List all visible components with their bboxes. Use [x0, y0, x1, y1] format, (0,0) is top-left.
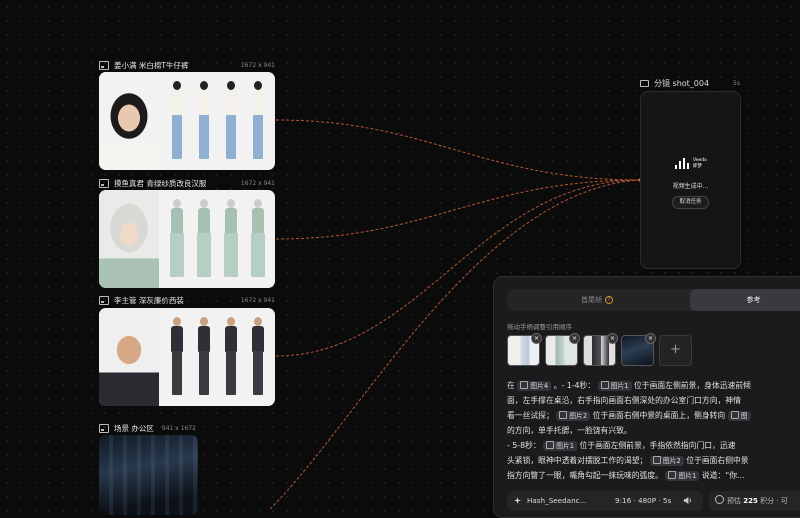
wire-node-2 — [275, 179, 641, 240]
node-header-2: 摸鱼真君 青绿纱质改良汉服 1672 x 941 — [99, 176, 275, 190]
portrait-image — [99, 72, 159, 170]
generation-status: 视频生成中... — [672, 183, 709, 190]
drag-hint: 拖动手柄调整引用顺序 — [507, 323, 572, 331]
image-icon — [520, 381, 529, 389]
remove-icon[interactable]: × — [531, 333, 542, 344]
add-reference-button[interactable]: + — [659, 335, 692, 366]
reference-thumbnails: × × × × + — [507, 333, 692, 366]
remove-icon[interactable]: × — [645, 333, 656, 344]
node-title: 摸鱼真君 青绿纱质改良汉服 — [114, 178, 207, 188]
character-card-2[interactable] — [99, 190, 275, 288]
node-title: 姜小满 米白棉T牛仔裤 — [114, 60, 189, 70]
image-icon — [559, 411, 568, 419]
shot-node-card[interactable]: Veedo 即梦 视频生成中... 取消任务 — [640, 91, 741, 269]
image-icon — [668, 471, 677, 479]
portrait-image — [99, 190, 159, 288]
video-camera-icon — [640, 80, 649, 87]
reference-thumb-4[interactable]: × — [621, 333, 656, 366]
reference-thumb-1[interactable]: × — [507, 333, 542, 366]
portrait-image — [99, 308, 159, 406]
model-selector[interactable]: Hash_Seedanc... 9:16 · 480P · 5s — [507, 491, 703, 511]
image-icon — [546, 441, 555, 449]
reference-thumb-3[interactable]: × — [583, 333, 618, 366]
turnaround-figures — [159, 308, 275, 406]
character-card-3[interactable] — [99, 308, 275, 406]
speaker-icon[interactable] — [683, 496, 692, 505]
image-icon — [99, 178, 109, 188]
model-name: Hash_Seedanc... — [527, 496, 587, 505]
node-title: 场景 办公区 — [114, 423, 154, 433]
image-icon — [652, 456, 661, 464]
sparkle-icon — [514, 497, 521, 504]
image-ref-chip: 图片1 — [665, 471, 700, 481]
remove-icon[interactable]: × — [569, 333, 580, 344]
image-ref-chip: 图片2 — [556, 411, 591, 421]
model-spec: 9:16 · 480P · 5s — [615, 496, 672, 505]
brand-logo-text: Veedo 即梦 — [693, 158, 707, 169]
remove-icon[interactable]: × — [607, 333, 618, 344]
image-ref-chip: 图片1 — [597, 381, 632, 391]
generation-settings-bar: Hash_Seedanc... 9:16 · 480P · 5s 预估 225 … — [507, 491, 800, 511]
help-icon[interactable]: ? — [605, 296, 613, 304]
image-ref-chip: 图片4 — [517, 381, 552, 391]
mode-tabs: 首尾帧? 参考 — [507, 289, 800, 311]
node-header-3: 李主管 深灰廉价西装 1672 x 941 — [99, 293, 275, 307]
prompt-panel: 首尾帧? 参考 拖动手柄调整引用顺序 × × × × + 在 图片4 。- 1-… — [493, 276, 800, 518]
image-icon — [99, 60, 109, 70]
tab-first-last-frame[interactable]: 首尾帧? — [507, 289, 687, 311]
node-title: 李主管 深灰廉价西装 — [114, 295, 184, 305]
cancel-task-button[interactable]: 取消任务 — [672, 196, 709, 209]
image-ref-chip: 图 — [727, 411, 751, 421]
image-ref-chip: 图片2 — [649, 456, 684, 466]
image-icon — [99, 423, 109, 433]
node-header-1: 姜小满 米白棉T牛仔裤 1672 x 941 — [99, 58, 275, 72]
image-ref-chip: 图片1 — [543, 441, 578, 451]
coin-icon — [715, 495, 724, 504]
tab-reference[interactable]: 参考 — [690, 289, 800, 311]
node-header-4: 场景 办公区 941 x 1672 — [99, 421, 275, 435]
turnaround-figures — [159, 72, 275, 170]
reference-thumb-2[interactable]: × — [545, 333, 580, 366]
shot-duration: 5s — [733, 80, 740, 87]
node-dimensions: 1672 x 941 — [240, 179, 275, 187]
shot-node-header: 分镜 shot_004 5s — [640, 78, 740, 89]
node-dimensions: 1672 x 941 — [240, 296, 275, 304]
audio-bars-logo-icon — [675, 158, 689, 169]
shot-title: 分镜 shot_004 — [654, 79, 710, 88]
node-dimensions: 941 x 1672 — [161, 424, 196, 432]
image-icon — [730, 411, 739, 419]
scene-image — [99, 435, 198, 515]
wire-node-1 — [275, 119, 641, 181]
character-card-1[interactable] — [99, 72, 275, 170]
node-dimensions: 1672 x 941 — [240, 61, 275, 69]
prompt-text[interactable]: 在 图片4 。- 1-4秒： 图片1 位于画面左侧前景，身体迅速前倾 面，左手撑… — [507, 378, 800, 483]
turnaround-figures — [159, 190, 275, 288]
scene-card[interactable] — [99, 435, 198, 515]
image-icon — [99, 295, 109, 305]
image-icon — [600, 381, 609, 389]
cost-estimate: 预估 225 积分 · 可 — [709, 491, 800, 511]
